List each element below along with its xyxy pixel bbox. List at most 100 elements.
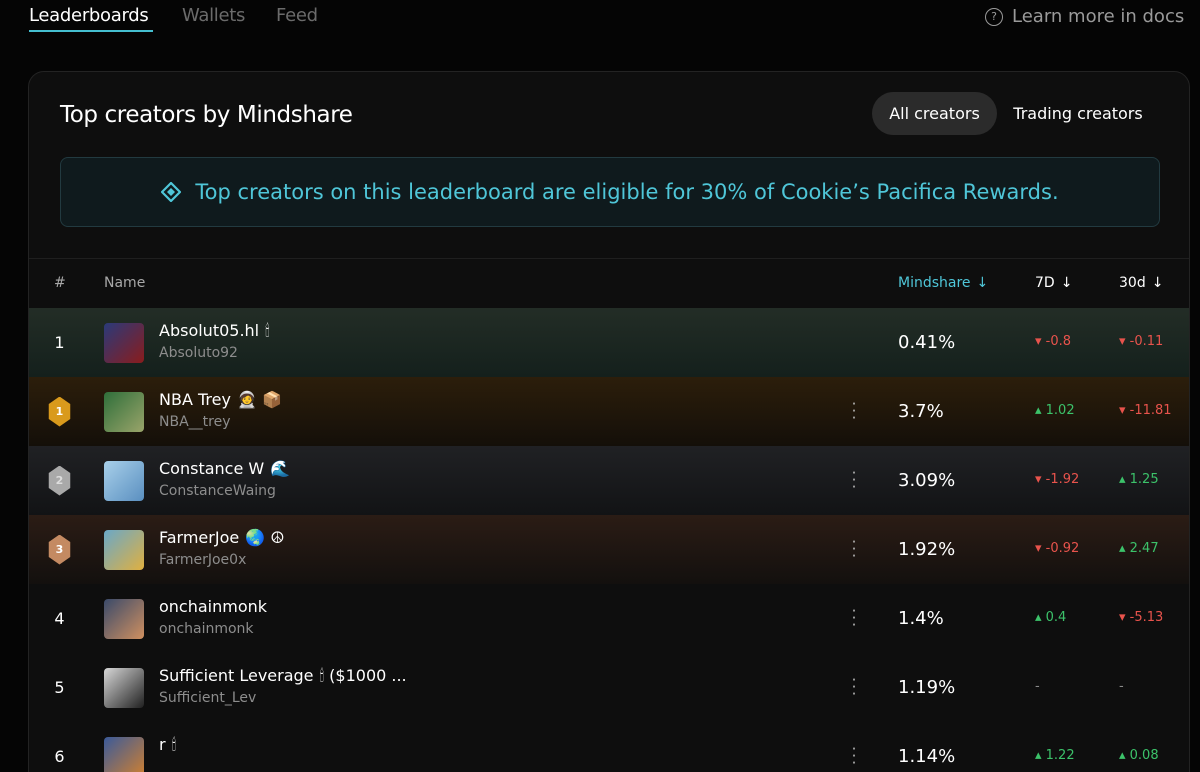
rank-number: 4 [54,609,65,628]
creator-name-text: onchainmonk [159,597,268,616]
avatar[interactable] [104,392,144,432]
creator-name[interactable]: onchainmonk [159,597,273,616]
rank-cell: 3 [47,515,72,584]
docs-link[interactable]: ? Learn more in docs [985,6,1184,27]
avatar[interactable] [104,737,144,772]
change-7d: ▾ -0.92 [1035,541,1080,556]
avatar[interactable] [104,461,144,501]
creator-name[interactable]: Sufficient Leverage 🕯 ($1000 ... [159,666,407,686]
creator-name-text: FarmerJoe [159,528,240,547]
creator-name-text: Absolut05.hl [159,321,260,340]
change-30d: ▴ 0.08 [1119,748,1159,763]
rank-cell: 1 [47,308,72,377]
column-30d-label: 30d [1119,275,1146,291]
change-7d: - [1035,679,1040,694]
gold-medal-icon: 1 [48,396,71,427]
top-navigation: Leaderboards Wallets Feed ? Learn more i… [0,0,1200,40]
silver-medal-icon: 2 [48,465,71,496]
creator-name[interactable]: NBA Trey 🧑‍🚀 📦 [159,390,282,409]
table-header: # Name Mindshare ↓ 7D ↓ 30d ↓ [29,258,1189,308]
creator-name[interactable]: FarmerJoe 🌏 ☮ [159,528,285,547]
more-options-icon[interactable]: · · · [851,466,857,495]
rank-cell: 4 [47,584,72,653]
creator-badges: 🕯 [265,321,270,340]
avatar[interactable] [104,599,144,639]
rank-cell: 1 [47,377,72,446]
rank-number: 5 [54,678,65,697]
change-30d: ▾ -0.11 [1119,334,1164,349]
column-name: Name [104,275,146,291]
creator-handle: NBA__trey [159,414,231,430]
creator-handle: onchainmonk [159,621,254,637]
column-7d-label: 7D [1035,275,1055,291]
change-7d: ▾ -0.8 [1035,334,1072,349]
creator-badges: 🕯 ($1000 ... [319,666,407,685]
creator-badges: 🕯 [171,735,177,754]
sort-arrow-icon: ↓ [1060,275,1073,291]
table-row[interactable]: 2 Constance W 🌊 ConstanceWaing · · · 3.09% ▾ -1.… [29,446,1189,515]
column-30d[interactable]: 30d ↓ [1119,275,1163,291]
avatar[interactable] [104,530,144,570]
change-7d: ▴ 1.02 [1035,403,1075,418]
table-row[interactable]: 5 Sufficient Leverage 🕯 ($1000 ... Sufficie… [29,653,1189,722]
change-7d: ▴ 1.22 [1035,748,1075,763]
table-row[interactable]: 1 NBA Trey 🧑‍🚀 📦 NBA__trey · · · 3.7% ▴ 1.02 ▾ -1… [29,377,1189,446]
creator-name[interactable]: r 🕯 [159,735,176,755]
creator-name[interactable]: Constance W 🌊 [159,459,290,478]
leaderboard-panel: Top creators by Mindshare All creators T… [28,71,1190,772]
mindshare-value: 1.92% [898,539,956,560]
column-mindshare-label: Mindshare [898,275,971,291]
rank-number: 6 [54,747,65,766]
creator-name-text: r [159,735,166,754]
table-row[interactable]: 3 FarmerJoe 🌏 ☮ FarmerJoe0x · · · 1.92% ▾ -0.92 ▴… [29,515,1189,584]
filter-all-creators[interactable]: All creators [872,92,997,135]
change-7d: ▾ -1.92 [1035,472,1080,487]
creator-name[interactable]: Absolut05.hl 🕯 [159,321,270,341]
column-7d[interactable]: 7D ↓ [1035,275,1072,291]
creator-handle: FarmerJoe0x [159,552,247,568]
mindshare-value: 1.14% [898,746,956,767]
table-row[interactable]: 1 Absolut05.hl 🕯 Absoluto92 0.41% ▾ -0.8 ▾ -0.… [29,308,1189,377]
change-30d: - [1119,679,1124,694]
question-circle-icon: ? [985,7,1003,26]
rank-cell: 5 [47,653,72,722]
change-30d: ▴ 1.25 [1119,472,1159,487]
rank-number: 1 [54,333,65,352]
bronze-medal-icon: 3 [48,534,71,565]
more-options-icon[interactable]: · · · [851,535,857,564]
mindshare-value: 3.09% [898,470,956,491]
creator-name-text: NBA Trey [159,390,231,409]
change-30d: ▾ -11.81 [1119,403,1172,418]
tab-leaderboards[interactable]: Leaderboards [29,5,149,26]
avatar[interactable] [104,323,144,363]
more-options-icon[interactable]: · · · [851,604,857,633]
change-30d: ▴ 2.47 [1119,541,1159,556]
more-options-icon[interactable]: · · · [851,742,857,771]
creator-handle: Absoluto92 [159,345,238,361]
more-options-icon[interactable]: · · · [851,673,857,702]
column-mindshare[interactable]: Mindshare ↓ [898,275,988,291]
creator-badges: 🌏 ☮ [245,528,285,547]
rank-cell: 6 [47,722,72,772]
more-options-icon[interactable]: · · · [851,397,857,426]
docs-link-label: Learn more in docs [1012,6,1185,27]
creator-name-text: Sufficient Leverage [159,666,314,685]
rewards-banner: Top creators on this leaderboard are eli… [60,157,1160,227]
creator-badges: 🧑‍🚀 📦 [236,390,282,409]
mindshare-value: 1.4% [898,608,944,629]
avatar[interactable] [104,668,144,708]
tab-wallets[interactable]: Wallets [182,5,245,26]
tab-feed[interactable]: Feed [276,5,318,26]
rewards-banner-text: Top creators on this leaderboard are eli… [195,180,1059,204]
change-30d: ▾ -5.13 [1119,610,1164,625]
creator-handle: Sufficient_Lev [159,690,257,706]
mindshare-value: 3.7% [898,401,944,422]
table-row[interactable]: 6 r 🕯 · · · 1.14% ▴ 1.22 ▴ 0.08 [29,722,1189,772]
creator-name-text: Constance W [159,459,265,478]
sort-arrow-icon: ↓ [976,275,989,291]
filter-trading-creators[interactable]: Trading creators [1005,92,1151,135]
rank-cell: 2 [47,446,72,515]
table-row[interactable]: 4 onchainmonk onchainmonk · · · 1.4% ▴ 0.4 ▾ -5.… [29,584,1189,653]
change-7d: ▴ 0.4 [1035,610,1067,625]
mindshare-value: 1.19% [898,677,956,698]
